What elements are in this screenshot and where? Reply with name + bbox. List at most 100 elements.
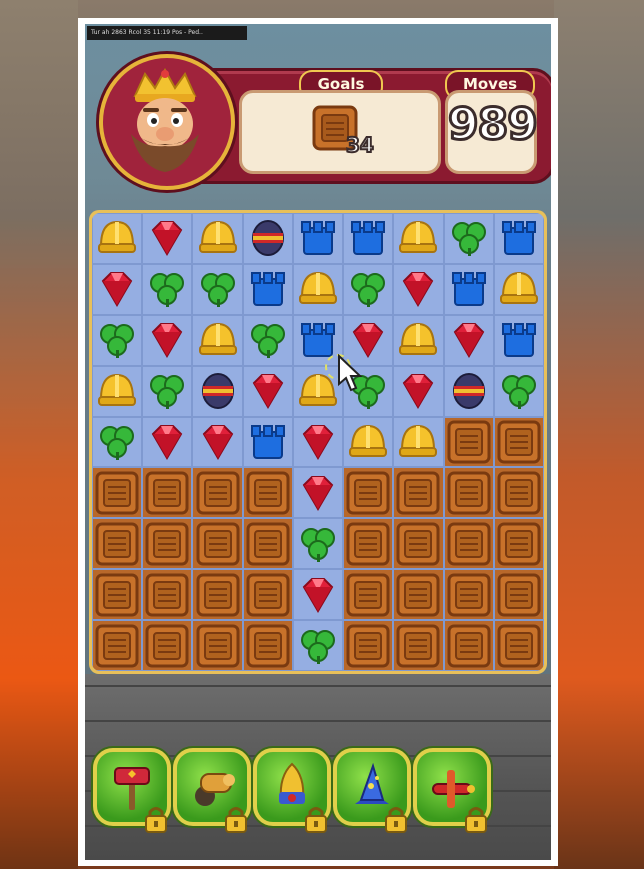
tile-tower[interactable] [443, 263, 494, 315]
tile-crate[interactable] [92, 620, 143, 671]
tile-crate[interactable] [242, 467, 293, 519]
tile-helmet[interactable] [393, 213, 444, 264]
tile-crate[interactable] [443, 569, 494, 621]
game-screen[interactable]: Tur ah 2863 Rcol 35 11:19 Pos - Ped.. Go… [85, 24, 551, 860]
tile-crate[interactable] [142, 467, 193, 519]
tile-crate[interactable] [443, 416, 494, 468]
tile-crate[interactable] [343, 569, 394, 621]
tile-crate[interactable] [493, 416, 544, 468]
tile-crate[interactable] [493, 620, 544, 671]
tile-helmet[interactable] [493, 263, 544, 315]
tile-crate[interactable] [343, 518, 394, 570]
tile-crate[interactable] [142, 620, 193, 671]
tile-helmet[interactable] [192, 213, 243, 264]
tile-crate[interactable] [192, 467, 243, 519]
tile-tower[interactable] [343, 213, 394, 264]
goals-panel: 34 [239, 90, 441, 174]
crate-icon [145, 624, 189, 668]
tile-helmet[interactable] [92, 213, 143, 264]
tile-crate[interactable] [92, 467, 143, 519]
tower-icon [250, 424, 285, 459]
crate-icon [246, 624, 290, 668]
clover-icon [200, 273, 235, 308]
tile-ruby[interactable] [242, 365, 293, 417]
helmet-icon [399, 323, 438, 356]
tile-crate[interactable] [393, 518, 444, 570]
tile-crate[interactable] [493, 569, 544, 621]
background-blur-left [0, 0, 78, 869]
crate-icon [447, 471, 491, 515]
tile-ruby[interactable] [92, 263, 143, 315]
tile-clover[interactable] [242, 314, 293, 366]
tile-crate[interactable] [142, 518, 193, 570]
tile-crate[interactable] [393, 569, 444, 621]
tile-tower[interactable] [242, 416, 293, 468]
tile-ruby[interactable] [142, 314, 193, 366]
tile-ruby[interactable] [192, 416, 243, 468]
tile-helmet[interactable] [192, 314, 243, 366]
tile-ruby[interactable] [292, 467, 344, 519]
tile-crate[interactable] [192, 569, 243, 621]
tile-crate[interactable] [343, 467, 394, 519]
tile-clover[interactable] [192, 263, 243, 315]
moves-value: 989 [447, 98, 540, 152]
crate-icon [246, 471, 290, 515]
tile-helmet[interactable] [393, 416, 444, 468]
tile-clover[interactable] [443, 213, 494, 264]
tile-tower[interactable] [493, 314, 544, 366]
tile-tower[interactable] [242, 263, 293, 315]
tile-crate[interactable] [192, 518, 243, 570]
tile-tower[interactable] [292, 213, 344, 264]
tile-crate[interactable] [443, 620, 494, 671]
tile-crate[interactable] [142, 569, 193, 621]
tile-helmet[interactable] [393, 314, 444, 366]
mouse-cursor-icon [338, 354, 363, 392]
tile-clover[interactable] [92, 314, 143, 366]
ruby-icon [152, 221, 183, 257]
tile-clover[interactable] [493, 365, 544, 417]
tile-helmet[interactable] [292, 263, 344, 315]
tile-crate[interactable] [393, 620, 444, 671]
tile-ruby[interactable] [393, 263, 444, 315]
tile-crate[interactable] [443, 467, 494, 519]
crate-icon [396, 573, 440, 617]
tile-clover[interactable] [92, 416, 143, 468]
clover-icon [250, 324, 285, 359]
tile-crate[interactable] [493, 467, 544, 519]
king-avatar[interactable] [99, 54, 235, 190]
tile-bomb[interactable] [242, 213, 293, 264]
tile-crate[interactable] [242, 620, 293, 671]
tile-crate[interactable] [242, 569, 293, 621]
tile-crate[interactable] [92, 569, 143, 621]
tile-clover[interactable] [292, 620, 344, 671]
tile-ruby[interactable] [393, 365, 444, 417]
tile-ruby[interactable] [292, 416, 344, 468]
tile-ruby[interactable] [292, 569, 344, 621]
tile-helmet[interactable] [343, 416, 394, 468]
tile-crate[interactable] [192, 620, 243, 671]
tile-crate[interactable] [443, 518, 494, 570]
tile-ruby[interactable] [142, 416, 193, 468]
helmet-icon [499, 272, 538, 305]
clover-icon [300, 629, 335, 664]
crate-icon [196, 522, 240, 566]
tile-ruby[interactable] [142, 213, 193, 264]
tile-helmet[interactable] [92, 365, 143, 417]
crate-icon [497, 522, 541, 566]
tile-clover[interactable] [142, 263, 193, 315]
tower-icon [250, 272, 285, 307]
tile-tower[interactable] [493, 213, 544, 264]
tile-clover[interactable] [142, 365, 193, 417]
tile-clover[interactable] [292, 518, 344, 570]
tile-bomb[interactable] [443, 365, 494, 417]
crate-icon [145, 573, 189, 617]
tile-clover[interactable] [343, 263, 394, 315]
tile-crate[interactable] [242, 518, 293, 570]
tile-crate[interactable] [343, 620, 394, 671]
tile-crate[interactable] [493, 518, 544, 570]
tile-crate[interactable] [393, 467, 444, 519]
tile-bomb[interactable] [192, 365, 243, 417]
tile-crate[interactable] [92, 518, 143, 570]
tile-ruby[interactable] [443, 314, 494, 366]
tower-icon [501, 323, 536, 358]
